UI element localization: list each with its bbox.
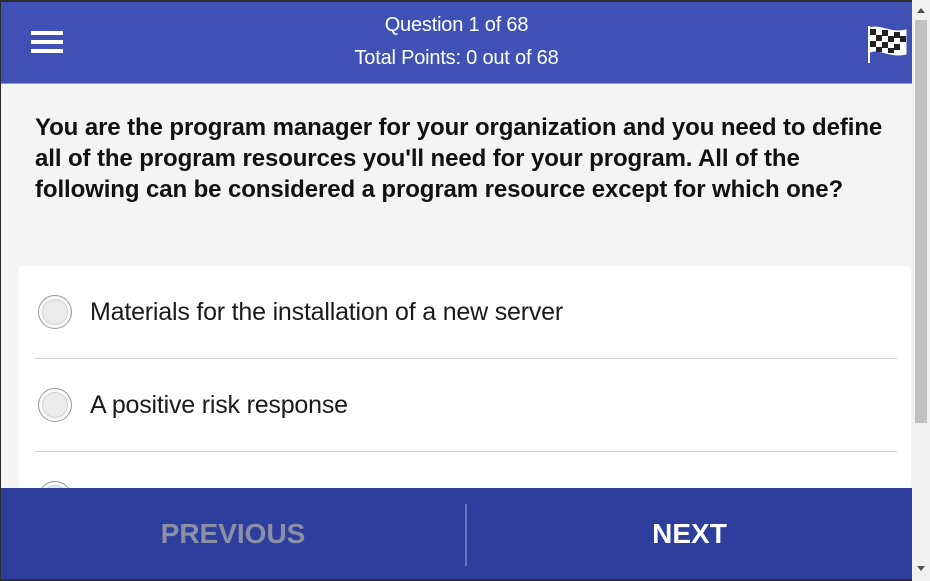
radio-button-icon[interactable] (38, 388, 72, 422)
total-points: Total Points: 0 out of 68 (354, 47, 559, 69)
answer-option-1[interactable]: Materials for the installation of a new … (35, 266, 897, 359)
question-counter: Question 1 of 68 (384, 14, 529, 36)
scrollbar-thumb[interactable] (915, 20, 927, 423)
scroll-up-arrow-icon[interactable] (912, 4, 930, 18)
next-button[interactable]: NEXT (467, 488, 912, 579)
quiz-app: Question 1 of 68 Total Points: 0 out of … (1, 2, 912, 579)
radio-button-icon[interactable] (38, 295, 72, 329)
answer-option-label: A positive risk response (90, 391, 348, 419)
checkered-flag-icon[interactable] (866, 24, 908, 64)
vertical-scrollbar[interactable] (912, 0, 930, 581)
question-text: You are the program manager for your org… (35, 114, 883, 203)
answer-option-2[interactable]: A positive risk response (35, 359, 897, 452)
scroll-down-arrow-icon[interactable] (912, 561, 930, 575)
previous-button[interactable]: PREVIOUS (1, 488, 465, 579)
quiz-header: Question 1 of 68 Total Points: 0 out of … (1, 2, 912, 84)
navigation-footer: PREVIOUS NEXT (1, 488, 912, 579)
answer-option-label: Materials for the installation of a new … (90, 298, 563, 326)
